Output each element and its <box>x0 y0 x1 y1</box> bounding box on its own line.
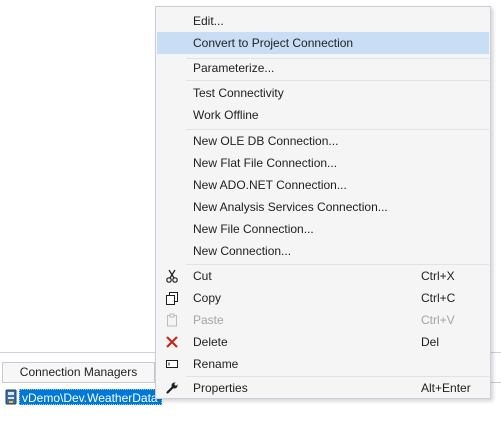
menu-item-rename[interactable]: Rename <box>157 353 489 375</box>
menu-item-convert-to-project-connection[interactable]: Convert to Project Connection <box>157 32 489 54</box>
delete-x-icon <box>163 333 181 351</box>
menu-item-label: New Analysis Services Connection... <box>193 200 388 214</box>
menu-separator <box>186 80 489 81</box>
menu-item-test-connectivity[interactable]: Test Connectivity <box>157 82 489 104</box>
menu-item-parameterize[interactable]: Parameterize... <box>157 57 489 79</box>
menu-item-shortcut: Alt+Enter <box>421 381 471 395</box>
wrench-icon <box>163 379 181 397</box>
menu-item-label: Rename <box>193 357 239 371</box>
menu-item-label: New OLE DB Connection... <box>193 134 339 148</box>
menu-item-label: Paste <box>193 313 224 327</box>
menu-item-shortcut: Ctrl+X <box>421 269 455 283</box>
menu-item-label: Parameterize... <box>193 61 275 75</box>
scissors-icon <box>163 267 181 285</box>
menu-item-delete[interactable]: Delete Del <box>157 331 489 353</box>
paste-icon <box>163 311 181 329</box>
menu-item-shortcut: Ctrl+V <box>421 313 455 327</box>
menu-item-new-oledb-connection[interactable]: New OLE DB Connection... <box>157 130 489 152</box>
menu-item-new-analysis-services-connection[interactable]: New Analysis Services Connection... <box>157 196 489 218</box>
menu-item-label: Cut <box>193 269 212 283</box>
menu-item-label: New Connection... <box>193 244 292 258</box>
menu-item-new-adonet-connection[interactable]: New ADO.NET Connection... <box>157 174 489 196</box>
menu-item-work-offline[interactable]: Work Offline <box>157 104 489 126</box>
copy-icon <box>163 289 181 307</box>
menu-item-label: Edit... <box>193 14 224 28</box>
menu-item-edit[interactable]: Edit... <box>157 10 489 32</box>
menu-item-label: Work Offline <box>193 108 259 122</box>
rename-icon <box>163 355 181 373</box>
menu-item-copy[interactable]: Copy Ctrl+C <box>157 287 489 309</box>
menu-item-label: Convert to Project Connection <box>193 36 354 50</box>
menu-item-shortcut: Ctrl+C <box>421 291 456 305</box>
context-menu: Edit... Convert to Project Connection Pa… <box>155 6 491 399</box>
connection-manager-item[interactable]: vDemo\Dev.WeatherData <box>4 388 162 405</box>
menu-item-new-connection[interactable]: New Connection... <box>157 240 489 262</box>
menu-item-properties[interactable]: Properties Alt+Enter <box>157 377 489 399</box>
connection-manager-label: vDemo\Dev.WeatherData <box>19 388 162 405</box>
menu-item-new-file-connection[interactable]: New File Connection... <box>157 218 489 240</box>
menu-item-label: New ADO.NET Connection... <box>193 178 347 192</box>
menu-item-label: New File Connection... <box>193 222 314 236</box>
menu-item-label: Delete <box>193 335 228 349</box>
menu-item-label: Copy <box>193 291 222 305</box>
menu-item-shortcut: Del <box>421 335 440 349</box>
menu-item-label: New Flat File Connection... <box>193 156 338 170</box>
menu-item-cut[interactable]: Cut Ctrl+X <box>157 265 489 287</box>
database-connection-icon <box>4 389 18 405</box>
tab-connection-managers[interactable]: Connection Managers <box>2 362 155 382</box>
menu-item-label: Test Connectivity <box>193 86 284 100</box>
menu-item-label: Properties <box>193 381 248 395</box>
menu-item-paste[interactable]: Paste Ctrl+V <box>157 309 489 331</box>
menu-item-new-flat-file-connection[interactable]: New Flat File Connection... <box>157 152 489 174</box>
